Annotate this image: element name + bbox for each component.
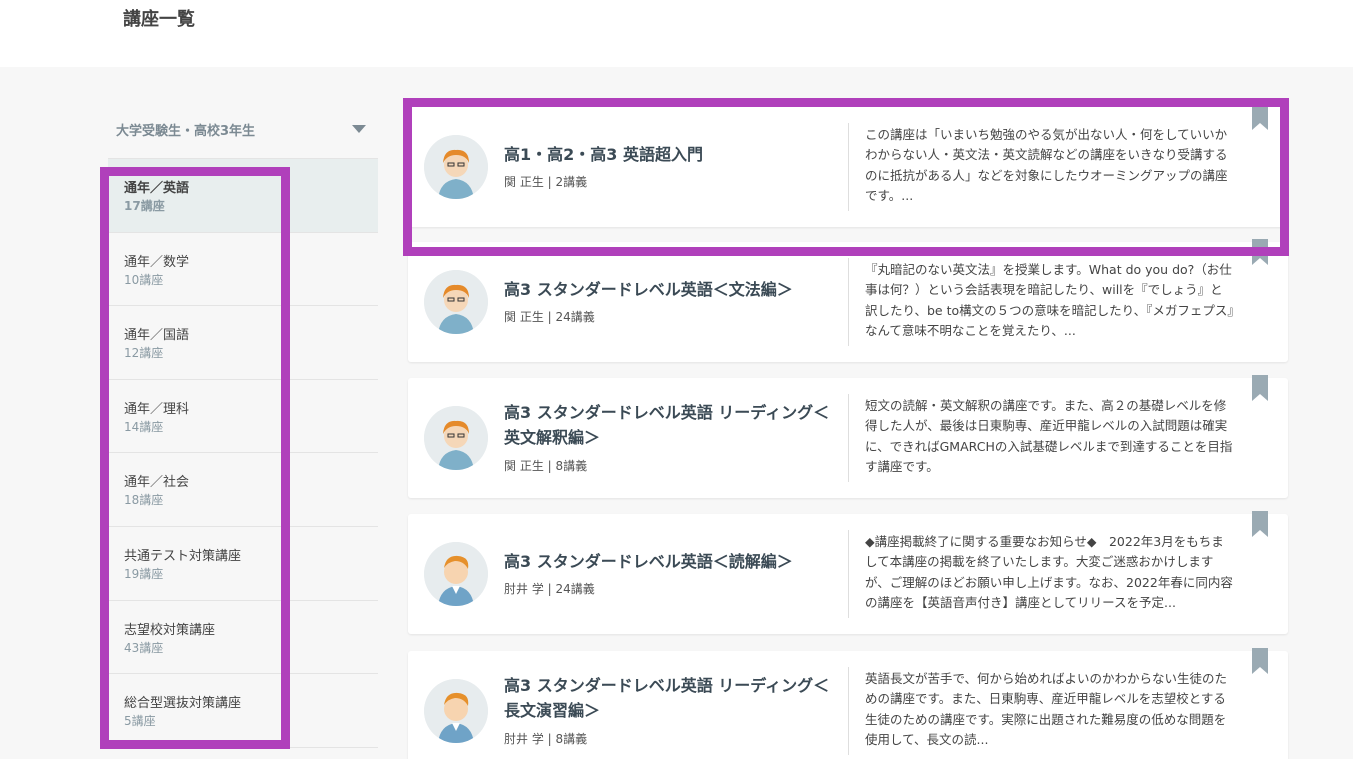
category-item-english[interactable]: 通年／英語 17講座	[108, 159, 378, 233]
category-count: 10講座	[124, 272, 164, 287]
course-title[interactable]: 高3 スタンダードレベル英語＜文法編＞	[504, 277, 834, 302]
course-meta: 肘井 学 | 24講義	[504, 582, 595, 596]
teacher-avatar	[424, 406, 488, 470]
course-card[interactable]: 高3 スタンダードレベル英語＜読解編＞ 肘井 学 | 24講義 ◆講座掲載終了に…	[408, 511, 1288, 634]
bookmark-icon[interactable]	[1252, 239, 1268, 265]
course-card[interactable]: 高3 スタンダードレベル英語＜文法編＞ 関 正生 | 24講義 『丸暗記のない英…	[408, 239, 1288, 362]
bookmark-icon[interactable]	[1252, 104, 1268, 130]
course-description: 英語長文が苦手で、何から始めればよいのかわからない生徒のための講座です。また、日…	[865, 671, 1228, 747]
grade-selector[interactable]: 大学受験生・高校3年生	[108, 98, 378, 159]
teacher-avatar	[424, 542, 488, 606]
category-name: 志望校対策講座	[124, 622, 216, 638]
category-item-common-test[interactable]: 共通テスト対策講座 19講座	[108, 527, 378, 601]
category-count: 14講座	[124, 419, 164, 434]
course-meta: 関 正生 | 8講義	[504, 459, 588, 473]
course-description: ◆講座掲載終了に関する重要なお知らせ◆ 2022年3月をもちまして本講座の掲載を…	[865, 534, 1233, 610]
top-header: 講座一覧	[0, 0, 1353, 67]
category-sidebar: 大学受験生・高校3年生 通年／英語 17講座 通年／数学 10講座 通年／国語 …	[108, 98, 378, 748]
category-item-math[interactable]: 通年／数学 10講座	[108, 233, 378, 307]
course-meta: 肘井 学 | 8講義	[504, 732, 588, 746]
category-name: 通年／数学	[124, 254, 190, 270]
course-meta: 関 正生 | 24講義	[504, 310, 595, 324]
category-count: 19講座	[124, 566, 164, 581]
course-card[interactable]: 高1・高2・高3 英語超入門 関 正生 | 2講義 この講座は「いまいち勉強のや…	[408, 104, 1288, 227]
course-title[interactable]: 高3 スタンダードレベル英語＜読解編＞	[504, 549, 834, 574]
chevron-down-icon	[352, 125, 366, 133]
course-card[interactable]: 高3 スタンダードレベル英語 リーディング＜英文解釈編＞ 関 正生 | 8講義 …	[408, 375, 1288, 498]
course-description: この講座は「いまいち勉強のやる気が出ない人・何をしていいかわからない人・英文法・…	[865, 127, 1228, 203]
category-item-target-school[interactable]: 志望校対策講座 43講座	[108, 601, 378, 675]
course-card[interactable]: 高3 スタンダードレベル英語 リーディング＜長文演習編＞ 肘井 学 | 8講義 …	[408, 648, 1288, 759]
grade-selector-label: 大学受験生・高校3年生	[116, 124, 256, 139]
category-count: 12講座	[124, 346, 164, 361]
course-description: 『丸暗記のない英文法』を授業します。What do you do?（お仕事は何？…	[865, 262, 1234, 338]
card-divider	[848, 123, 849, 211]
category-count: 18講座	[124, 493, 164, 508]
category-item-comprehensive[interactable]: 総合型選抜対策講座 5講座	[108, 674, 378, 748]
bookmark-icon[interactable]	[1252, 648, 1268, 674]
card-divider	[848, 258, 849, 346]
teacher-avatar	[424, 135, 488, 199]
course-title[interactable]: 高1・高2・高3 英語超入門	[504, 142, 834, 167]
category-name: 総合型選抜対策講座	[124, 696, 242, 712]
card-divider	[848, 394, 849, 482]
course-title[interactable]: 高3 スタンダードレベル英語 リーディング＜長文演習編＞	[504, 673, 834, 723]
category-count: 43講座	[124, 640, 164, 655]
category-count: 5講座	[124, 714, 156, 729]
bookmark-icon[interactable]	[1252, 511, 1268, 537]
category-count: 17講座	[124, 199, 165, 213]
category-name: 共通テスト対策講座	[124, 548, 242, 564]
teacher-avatar	[424, 679, 488, 743]
course-title[interactable]: 高3 スタンダードレベル英語 リーディング＜英文解釈編＞	[504, 400, 834, 450]
category-name: 通年／英語	[124, 181, 190, 196]
page-title: 講座一覧	[123, 9, 195, 30]
category-name: 通年／社会	[124, 475, 190, 491]
category-item-science[interactable]: 通年／理科 14講座	[108, 380, 378, 454]
bookmark-icon[interactable]	[1252, 375, 1268, 401]
teacher-avatar	[424, 270, 488, 334]
course-description: 短文の読解・英文解釈の講座です。また、高２の基礎レベルを修得した人が、最後は日東…	[865, 398, 1233, 474]
category-name: 通年／国語	[124, 328, 190, 344]
card-divider	[848, 667, 849, 755]
category-name: 通年／理科	[124, 401, 190, 417]
course-meta: 関 正生 | 2講義	[504, 175, 588, 189]
category-item-social[interactable]: 通年／社会 18講座	[108, 453, 378, 527]
category-item-japanese[interactable]: 通年／国語 12講座	[108, 306, 378, 380]
category-list: 通年／英語 17講座 通年／数学 10講座 通年／国語 12講座 通年／理科 1…	[108, 159, 378, 748]
card-divider	[848, 530, 849, 618]
